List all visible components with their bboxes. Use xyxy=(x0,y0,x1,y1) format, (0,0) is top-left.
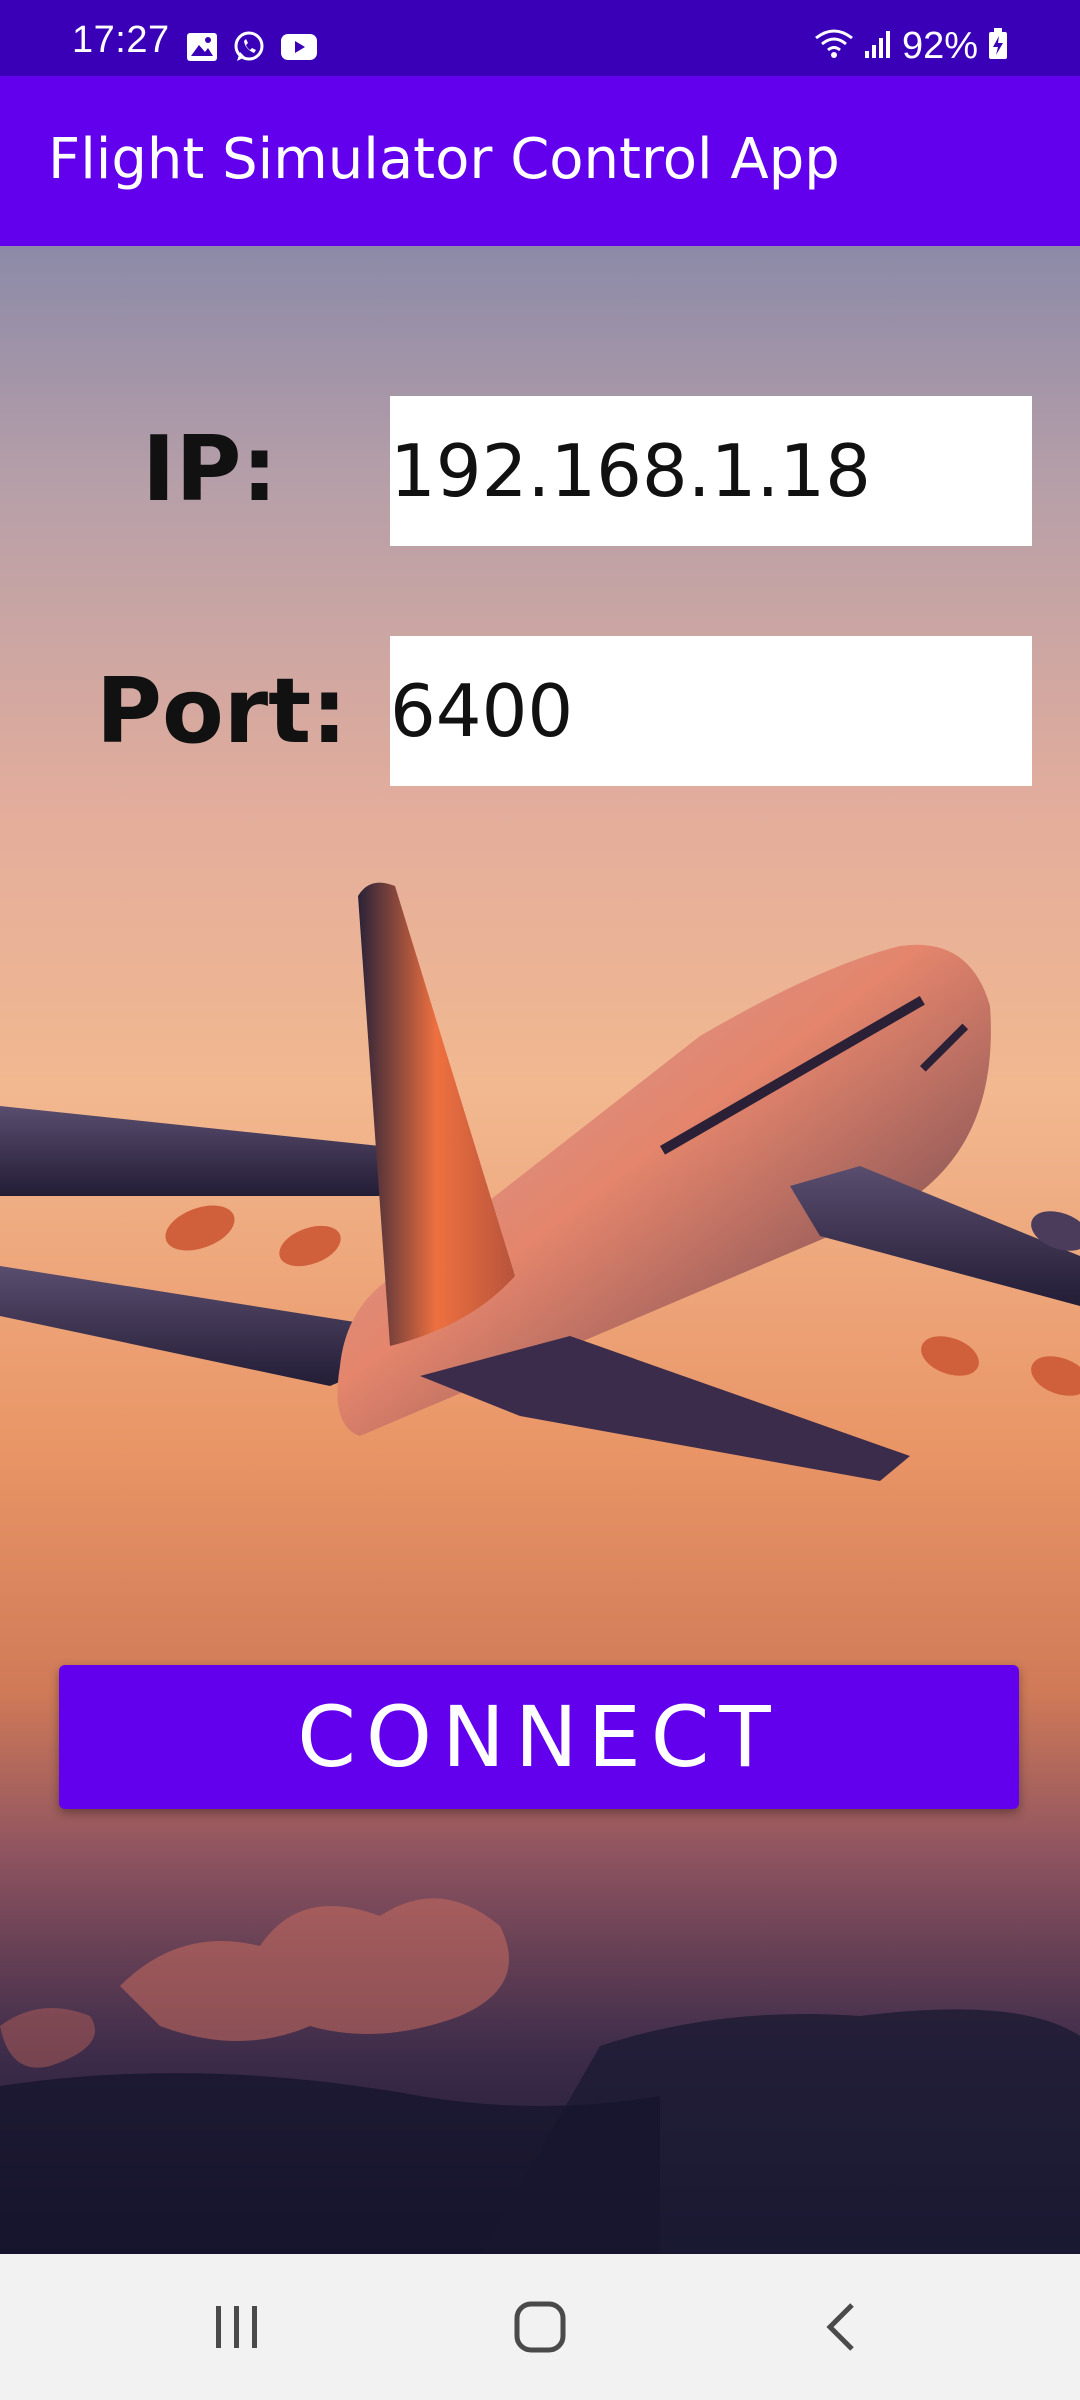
battery-charging-icon xyxy=(988,27,1008,65)
whatsapp-icon xyxy=(232,30,266,69)
port-label: Port: xyxy=(96,659,348,764)
home-button[interactable] xyxy=(480,2284,600,2370)
gallery-icon xyxy=(186,32,218,67)
app-bar: Flight Simulator Control App xyxy=(0,76,1080,246)
ip-input[interactable] xyxy=(390,396,1032,546)
port-input[interactable] xyxy=(390,636,1032,786)
airplane-sunset-illustration xyxy=(0,246,1080,2254)
status-time: 17:27 xyxy=(72,19,170,61)
notification-icons xyxy=(186,30,318,69)
ip-label: IP: xyxy=(142,417,278,522)
app-title: Flight Simulator Control App xyxy=(48,127,840,192)
background-image xyxy=(0,246,1080,2254)
back-button[interactable] xyxy=(782,2284,902,2370)
wifi-icon xyxy=(814,28,854,65)
signal-icon xyxy=(864,29,892,64)
system-icons: 92% xyxy=(814,26,1008,66)
home-icon xyxy=(514,2301,566,2353)
battery-percentage: 92% xyxy=(901,25,978,67)
connect-button[interactable]: CONNECT xyxy=(59,1665,1019,1809)
back-icon xyxy=(826,2303,854,2351)
recent-apps-icon xyxy=(216,2306,257,2348)
status-bar: 17:27 92% xyxy=(0,0,1080,76)
youtube-icon xyxy=(280,33,318,66)
navigation-bar xyxy=(0,2254,1080,2400)
recent-apps-button[interactable] xyxy=(177,2284,297,2370)
